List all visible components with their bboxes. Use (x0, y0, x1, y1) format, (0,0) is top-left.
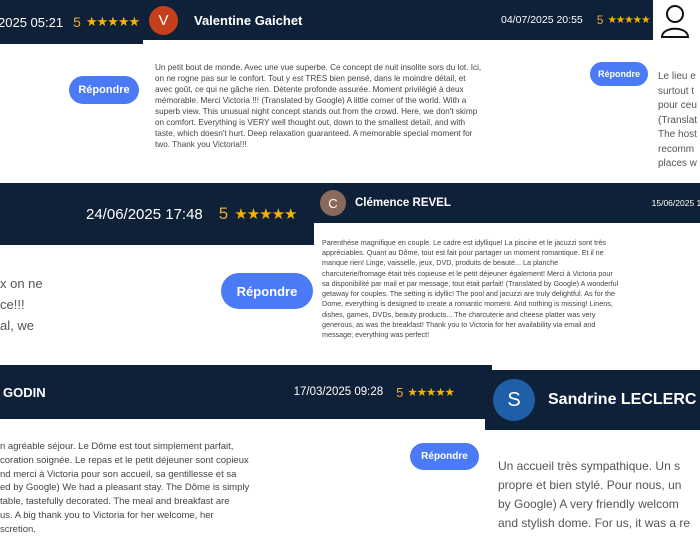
review-header: 24/06/2025 17:48 5 ★★★★★ (0, 183, 314, 245)
review-body: Un accueil très sympathique. Un s propre… (485, 430, 700, 550)
review-date: 2025 05:21 (0, 14, 64, 30)
review-header: C Clémence REVEL 15/06/2025 19 (314, 183, 700, 223)
review-header: GODIN 17/03/2025 09:28 5 ★★★★★ (0, 365, 492, 419)
review-text-fragment: n agréable séjour. Le Dôme est tout simp… (0, 441, 250, 535)
review-body: n agréable séjour. Le Dôme est tout simp… (0, 419, 492, 550)
reviewer-name: Sandrine LECLERC (548, 391, 697, 408)
review-card-sandrine: S Sandrine LECLERC Un accueil très sympa… (485, 370, 700, 550)
review-body: Parenthèse magnifique en couple. Le cadr… (314, 223, 700, 363)
review-card-godin: GODIN 17/03/2025 09:28 5 ★★★★★ n agréabl… (0, 365, 492, 550)
review-card-right: 04/07/2025 20:55 5 ★★★★★ Répondre Le lie… (497, 0, 700, 180)
review-text-fragment: Le lieu e surtout t pour ceu (Translat T… (658, 71, 698, 169)
star-rating: ★★★★★ (234, 206, 297, 223)
review-header: 04/07/2025 20:55 5 ★★★★★ (497, 0, 653, 40)
review-score: 5 (218, 204, 229, 223)
star-rating: ★★★★★ (407, 387, 455, 399)
review-text-fragment: Un accueil très sympathique. Un s propre… (498, 459, 691, 530)
reviewer-name: Valentine Gaichet (194, 12, 303, 28)
default-user-icon (660, 4, 690, 38)
review-date: 17/03/2025 09:28 (293, 386, 384, 398)
review-header: 2025 05:21 5 ★★★★★ (0, 0, 160, 44)
star-rating: ★★★★★ (607, 14, 650, 26)
review-card-top-left: 2025 05:21 5 ★★★★★ Répondre (0, 0, 160, 160)
review-card-middle-left: 24/06/2025 17:48 5 ★★★★★ x on ne ce!!! a… (0, 183, 314, 363)
review-date: 04/07/2025 20:55 (501, 14, 583, 26)
review-card-clemence: C Clémence REVEL 15/06/2025 19 Parenthès… (314, 183, 700, 363)
reviewer-name: GODIN (3, 384, 46, 400)
avatar: V (149, 5, 178, 35)
review-score: 5 (596, 13, 604, 27)
reply-button[interactable]: Répondre (590, 62, 648, 86)
review-score: 5 (396, 384, 404, 400)
star-rating: ★★★★★ (85, 14, 140, 29)
avatar: S (493, 379, 535, 421)
review-text: Un petit bout de monde. Avec une vue sup… (155, 63, 482, 150)
review-header: S Sandrine LECLERC (485, 370, 700, 430)
reply-button[interactable]: Répondre (221, 273, 313, 309)
reply-button[interactable]: Répondre (69, 76, 139, 104)
reviewer-name: Clémence REVEL (355, 197, 451, 209)
review-date: 15/06/2025 19 (651, 198, 700, 208)
review-body: Répondre (0, 44, 160, 160)
review-score: 5 (73, 14, 81, 30)
review-body: Répondre Le lieu e surtout t pour ceu (T… (497, 40, 700, 180)
avatar: C (320, 190, 346, 216)
review-text: Parenthèse magnifique en couple. Le cadr… (322, 238, 619, 339)
review-date: 24/06/2025 17:48 (86, 205, 203, 223)
review-text-fragment: x on ne ce!!! al, we (0, 276, 43, 333)
reply-button[interactable]: Répondre (410, 443, 479, 470)
review-body: x on ne ce!!! al, we Répondre (0, 245, 314, 363)
